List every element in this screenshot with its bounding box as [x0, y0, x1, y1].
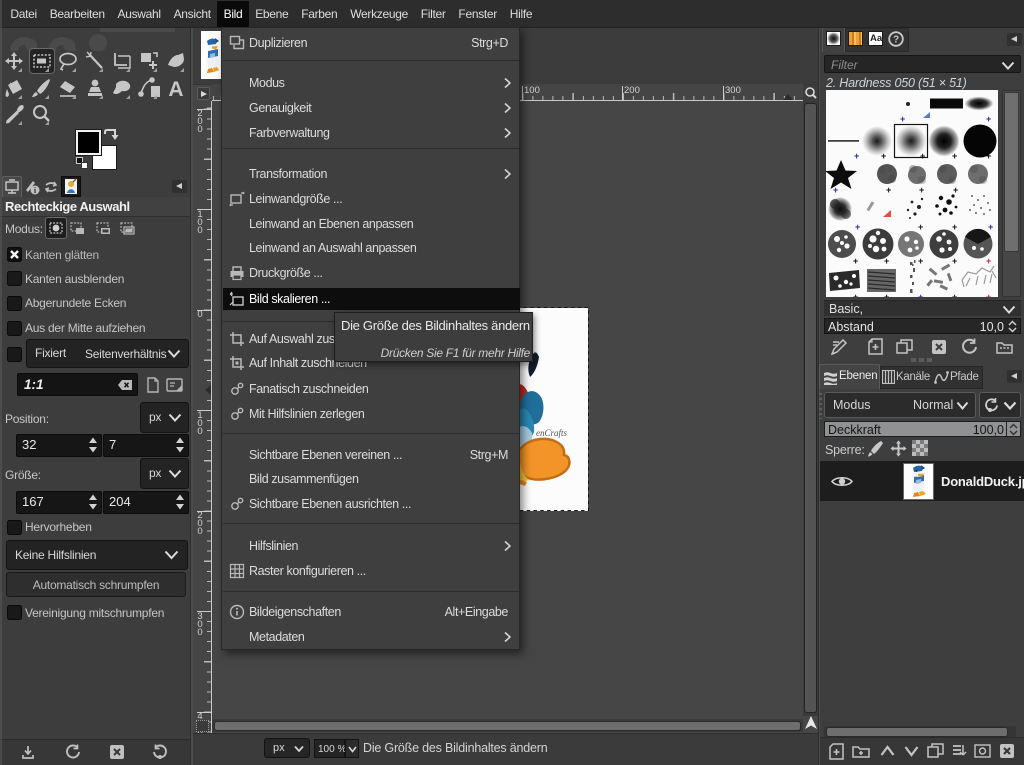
svg-text:+: + [853, 256, 858, 266]
svg-text:+: + [833, 185, 838, 195]
svg-text:+: + [918, 292, 923, 297]
svg-text:+: + [918, 222, 923, 232]
svg-text:+: + [920, 151, 925, 161]
svg-text:+: + [986, 256, 991, 266]
svg-text:+: + [952, 256, 957, 266]
svg-text:+: + [953, 185, 958, 195]
svg-text:+: + [854, 151, 859, 161]
svg-text:+: + [986, 292, 991, 297]
svg-text:+: + [952, 222, 957, 232]
svg-text:+: + [900, 114, 905, 124]
svg-text:+: + [918, 256, 923, 266]
svg-text:+: + [884, 292, 889, 297]
svg-text:+: + [853, 292, 858, 297]
svg-text:A: A [168, 78, 183, 101]
svg-text:+: + [919, 185, 924, 195]
svg-text:+: + [886, 185, 891, 195]
svg-text:+: + [988, 222, 993, 232]
svg-text:?: ? [893, 35, 899, 46]
svg-text:+: + [881, 151, 886, 161]
svg-text:enCrafts: enCrafts [536, 428, 568, 438]
svg-text:+: + [855, 222, 860, 232]
svg-text:+: + [884, 256, 889, 266]
svg-text:+: + [986, 114, 991, 124]
svg-text:+: + [952, 292, 957, 297]
svg-text:+: + [952, 151, 957, 161]
svg-text:+: + [986, 151, 991, 161]
